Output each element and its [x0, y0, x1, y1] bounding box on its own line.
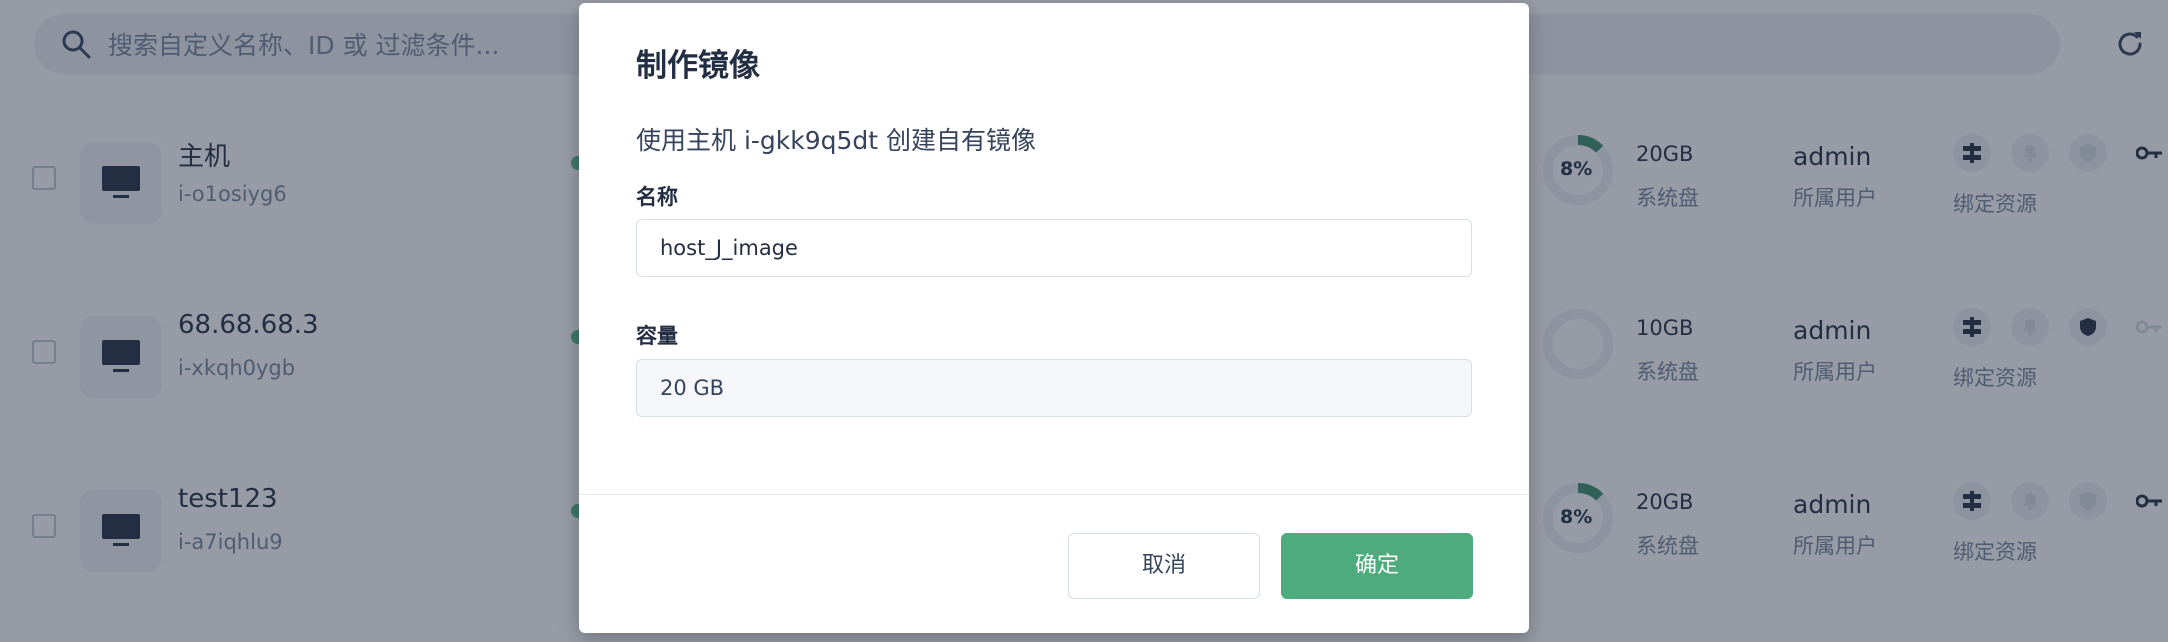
capacity-field-label: 容量	[636, 324, 678, 348]
create-image-dialog: 制作镜像 使用主机 i-gkk9q5dt 创建自有镜像 名称 容量 取消 确定	[579, 3, 1529, 633]
cancel-button[interactable]: 取消	[1068, 533, 1260, 599]
confirm-button[interactable]: 确定	[1281, 533, 1473, 599]
dialog-footer-divider	[579, 494, 1529, 495]
dialog-title: 制作镜像	[636, 48, 760, 84]
dialog-description: 使用主机 i-gkk9q5dt 创建自有镜像	[636, 126, 1037, 155]
name-field[interactable]	[636, 219, 1472, 277]
name-field-label: 名称	[636, 185, 678, 209]
capacity-field	[636, 359, 1472, 417]
